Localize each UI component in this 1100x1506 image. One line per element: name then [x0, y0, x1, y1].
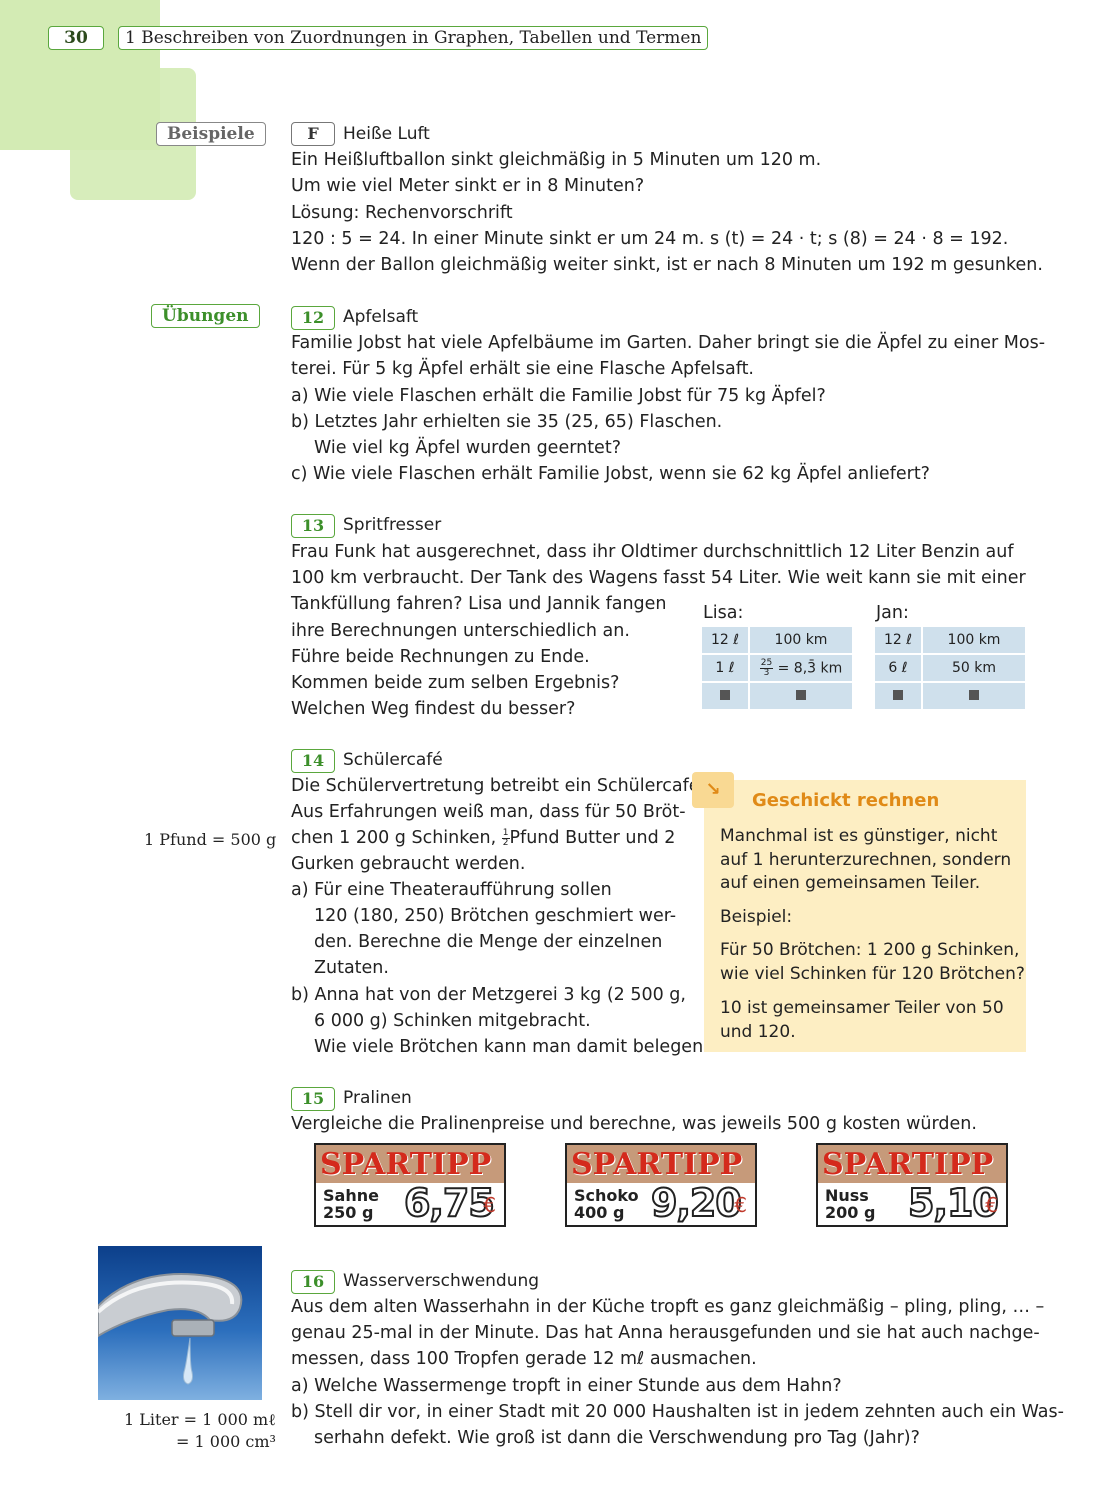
currency-symbol: €	[985, 1193, 998, 1217]
tip-line: und 120.	[720, 1022, 796, 1042]
task-line: b) Stell dir vor, in einer Stadt mit 20 …	[291, 1402, 1064, 1422]
tip-line: Für 50 Brötchen: 1 200 g Schinken,	[720, 940, 1020, 960]
exercises-tag: Übungen	[151, 304, 260, 328]
price-tag-nuss: SPARTIPP Nuss 200 g 5,10 €	[816, 1143, 1008, 1227]
task-line: 120 (180, 250) Brötchen geschmiert wer-	[314, 906, 677, 926]
task-title: Wasserverschwendung	[343, 1271, 540, 1291]
example-line: Lösung: Rechenvorschrift	[291, 203, 513, 223]
tip-line: Manchmal ist es günstiger, nicht	[720, 826, 998, 846]
task-number: 16	[291, 1270, 335, 1294]
task-line: Führe beide Rechnungen zu Ende.	[291, 647, 590, 667]
side-note: = 1 000 cm³	[176, 1432, 276, 1451]
lisa-label: Lisa:	[703, 603, 744, 623]
lisa-table: 12 ℓ 100 km 1 ℓ 25 3 = 8,3̄ km	[700, 625, 854, 711]
task-title: Pralinen	[343, 1088, 412, 1108]
jan-label: Jan:	[876, 603, 909, 623]
task-title: Spritfresser	[343, 515, 442, 535]
example-line: Um wie viel Meter sinkt er in 8 Minuten?	[291, 176, 645, 196]
task-line: messen, dass 100 Tropfen gerade 12 mℓ au…	[291, 1349, 757, 1369]
price-amount: 9,20	[650, 1180, 743, 1226]
task-line: Familie Jobst hat viele Apfelbäume im Ga…	[291, 333, 1046, 353]
task-title: Apfelsaft	[343, 307, 419, 327]
example-title: Heiße Luft	[343, 124, 430, 144]
task-line: b) Letztes Jahr erhielten sie 35 (25, 65…	[291, 412, 723, 432]
tip-line: wie viel Schinken für 120 Brötchen?	[720, 964, 1025, 984]
task-line: Kommen beide zum selben Ergebnis?	[291, 673, 620, 693]
table-cell: 50 km	[923, 655, 1025, 681]
task-line: Vergleiche die Pralinenpreise und berech…	[291, 1114, 977, 1134]
task-line: a) Für eine Theateraufführung sollen	[291, 880, 612, 900]
table-cell: 6 ℓ	[875, 655, 921, 681]
task-line: Aus dem alten Wasserhahn in der Küche tr…	[291, 1297, 1045, 1317]
task-line: terei. Für 5 kg Äpfel erhält sie eine Fl…	[291, 359, 754, 379]
page-number: 30	[48, 26, 104, 50]
chapter-title: 1 Beschreiben von Zuordnungen in Graphen…	[118, 26, 709, 50]
task-line: c) Wie viele Flaschen erhält Familie Job…	[291, 464, 930, 484]
tip-box: ↘ Geschickt rechnen Manchmal ist es güns…	[692, 772, 1026, 1052]
task-line: Gurken gebraucht werden.	[291, 854, 526, 874]
task-line: den. Berechne die Menge der einzelnen	[314, 932, 663, 952]
task-line: ihre Berechnungen unterschiedlich an.	[291, 621, 630, 641]
jan-table: 12 ℓ 100 km 6 ℓ 50 km	[873, 625, 1027, 711]
table-cell-blank	[923, 683, 1025, 709]
side-note: 1 Pfund = 500 g	[144, 830, 277, 849]
task-line: Aus Erfahrungen weiß man, dass für 50 Br…	[291, 802, 686, 822]
task-line: Wie viele Brötchen kann man damit belege…	[314, 1037, 713, 1057]
arrow-icon: ↘	[692, 772, 734, 808]
table-cell: 12 ℓ	[875, 627, 921, 653]
example-line: Ein Heißluftballon sinkt gleichmäßig in …	[291, 150, 822, 170]
task-line: b) Anna hat von der Metzgerei 3 kg (2 50…	[291, 985, 686, 1005]
price-banner: SPARTIPP	[822, 1147, 994, 1182]
faucet-image	[96, 1246, 262, 1400]
table-cell: 100 km	[923, 627, 1025, 653]
example-line: Wenn der Ballon gleichmäßig weiter sinkt…	[291, 255, 1043, 275]
example-line: 120 : 5 = 24. In einer Minute sinkt er u…	[291, 229, 1009, 249]
task-line: chen 1 200 g Schinken, 1 2 Pfund Butter un…	[291, 827, 676, 848]
price-label: Sahne 250 g	[323, 1186, 379, 1222]
task-line: Frau Funk hat ausgerechnet, dass ihr Old…	[291, 542, 1014, 562]
table-cell: 25 3 = 8,3̄ km	[750, 655, 852, 681]
tip-line: auf einen gemeinsamen Teiler.	[720, 873, 981, 893]
task-number: 12	[291, 306, 335, 330]
task-line: a) Wie viele Flaschen erhält die Familie…	[291, 386, 826, 406]
task-line: serhahn defekt. Wie groß ist dann die Ve…	[314, 1428, 920, 1448]
table-cell: 12 ℓ	[702, 627, 748, 653]
task-line: 6 000 g) Schinken mitgebracht.	[314, 1011, 591, 1031]
price-amount: 6,75	[403, 1180, 496, 1226]
currency-symbol: €	[734, 1193, 747, 1217]
table-cell-blank	[875, 683, 921, 709]
price-tag-sahne: SPARTIPP Sahne 250 g 6,75 €	[314, 1143, 506, 1227]
task-number: 13	[291, 514, 335, 538]
tip-heading: Geschickt rechnen	[752, 790, 940, 811]
task-title: Schülercafé	[343, 750, 443, 770]
fraction: 25 3	[759, 657, 774, 678]
table-cell: 1 ℓ	[702, 655, 748, 681]
task-line: genau 25-mal in der Minute. Das hat Anna…	[291, 1323, 1040, 1343]
price-label: Schoko 400 g	[574, 1186, 639, 1222]
tip-line: Beispiel:	[720, 907, 793, 927]
task-number: 14	[291, 749, 335, 773]
price-label: Nuss 200 g	[825, 1186, 876, 1222]
examples-tag: Beispiele	[156, 122, 266, 146]
task-line: Die Schülervertretung betreibt ein Schül…	[291, 776, 706, 796]
table-cell-blank	[702, 683, 748, 709]
task-line: Welchen Weg findest du besser?	[291, 699, 576, 719]
table-cell: 100 km	[750, 627, 852, 653]
table-cell-blank	[750, 683, 852, 709]
side-note: 1 Liter = 1 000 mℓ	[124, 1410, 276, 1429]
example-label: F	[291, 122, 335, 146]
currency-symbol: €	[483, 1193, 496, 1217]
price-tag-schoko: SPARTIPP Schoko 400 g 9,20 €	[565, 1143, 757, 1227]
task-line: 100 km verbraucht. Der Tank des Wagens f…	[291, 568, 1026, 588]
price-banner: SPARTIPP	[571, 1147, 743, 1182]
tip-line: auf 1 herunterzurechnen, sondern	[720, 850, 1012, 870]
task-number: 15	[291, 1087, 335, 1111]
task-line: Zutaten.	[314, 958, 389, 978]
task-line: a) Welche Wassermenge tropft in einer St…	[291, 1376, 842, 1396]
price-banner: SPARTIPP	[320, 1147, 492, 1182]
task-line: Tankfüllung fahren? Lisa und Jannik fang…	[291, 594, 667, 614]
tip-line: 10 ist gemeinsamer Teiler von 50	[720, 998, 1004, 1018]
task-line: Wie viel kg Äpfel wurden geerntet?	[314, 438, 621, 458]
fraction: 12	[501, 827, 510, 848]
